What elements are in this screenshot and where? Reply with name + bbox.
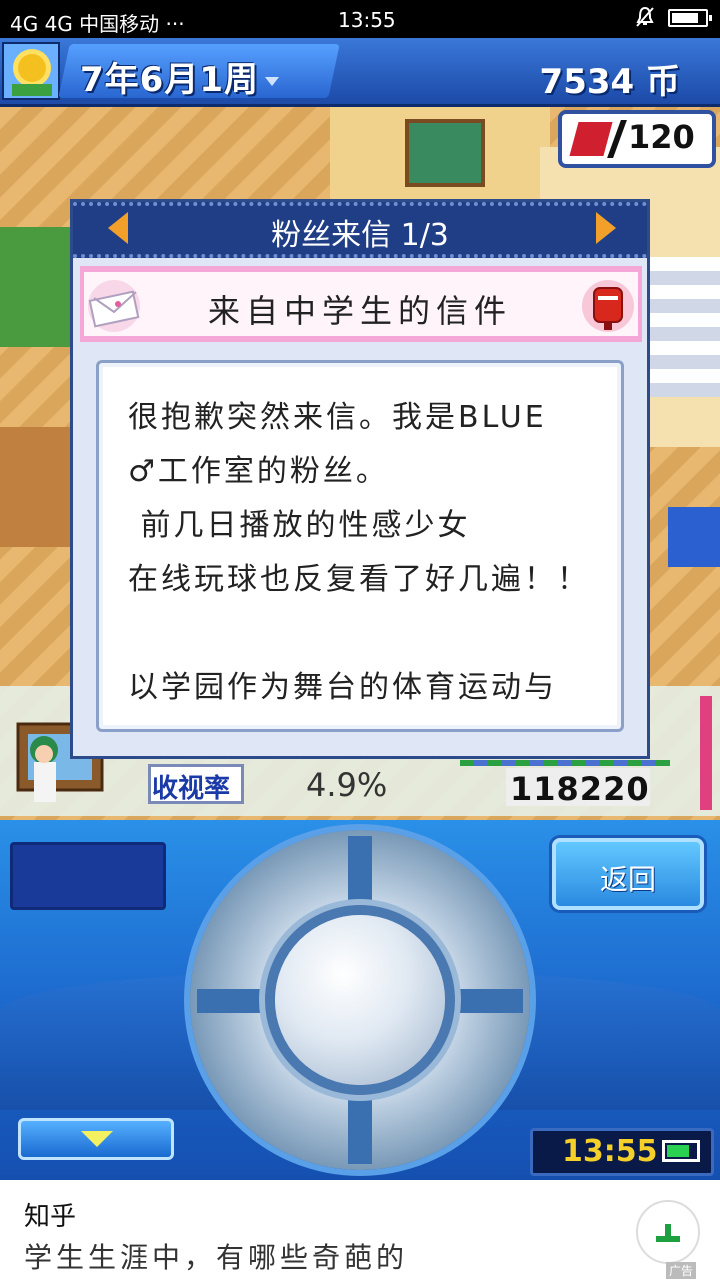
letter-line: 很抱歉突然来信。我是BLUE (128, 400, 547, 435)
item-count: 120 (628, 118, 695, 156)
dpad-up-icon[interactable] (348, 836, 372, 906)
left-slot[interactable] (10, 842, 166, 910)
letter-line: 以学园作为舞台的体育运动与 (128, 670, 557, 705)
ad-title[interactable]: 知乎 (24, 1196, 76, 1233)
game-clock: 13:55 (562, 1134, 658, 1169)
rating-label: 收视率 (152, 774, 231, 804)
dpad-left-icon[interactable] (197, 989, 267, 1013)
date-text: 7年6月1周 (80, 60, 259, 100)
next-arrow-icon[interactable] (596, 212, 616, 244)
ad-text[interactable]: 学生生涯中，有哪些奇葩的 (24, 1236, 408, 1276)
triangle-down-icon (81, 1131, 113, 1147)
prev-arrow-icon[interactable] (108, 212, 128, 244)
letter-line: ♂工作室的粉丝。 (128, 454, 389, 489)
back-button-label: 返回 (599, 863, 656, 896)
status-bar: 4G 4G 中国移动 ··· 13:55 (0, 0, 720, 38)
rating-value: 4.9% (306, 766, 388, 804)
dialog-title: 粉丝来信 1/3 (271, 218, 449, 253)
sunflower-avatar-icon[interactable] (2, 42, 60, 100)
status-time: 13:55 (338, 8, 396, 32)
side-gauge (700, 696, 712, 810)
letter-line: 前几日播放的性感少女 (128, 508, 471, 543)
book-icon (569, 122, 613, 156)
carrier-label: 4G 4G 中国移动 ··· (10, 12, 185, 36)
down-button[interactable] (18, 1118, 174, 1160)
chevron-down-icon (264, 77, 279, 86)
ad-tag: 广告 (666, 1262, 697, 1279)
dpad-center-button[interactable] (275, 915, 445, 1085)
date-display[interactable]: 7年6月1周 (80, 52, 279, 101)
dpad-right-icon[interactable] (453, 989, 523, 1013)
envelope-icon (88, 280, 140, 332)
dpad-down-icon[interactable] (348, 1094, 372, 1164)
ratings-graph (460, 760, 670, 766)
mailbox-icon (582, 280, 634, 332)
money-display: 7534 币 (539, 62, 680, 102)
game-battery-icon (662, 1140, 700, 1162)
letter-subject: 来自中学生的信件 (207, 292, 512, 330)
download-icon[interactable] (636, 1200, 700, 1264)
battery-icon (668, 9, 712, 27)
viewer-count: 118220 (510, 770, 650, 808)
mute-bell-icon (636, 6, 654, 27)
letter-line: 在线玩球也反复看了好几遍！！ (128, 562, 590, 597)
